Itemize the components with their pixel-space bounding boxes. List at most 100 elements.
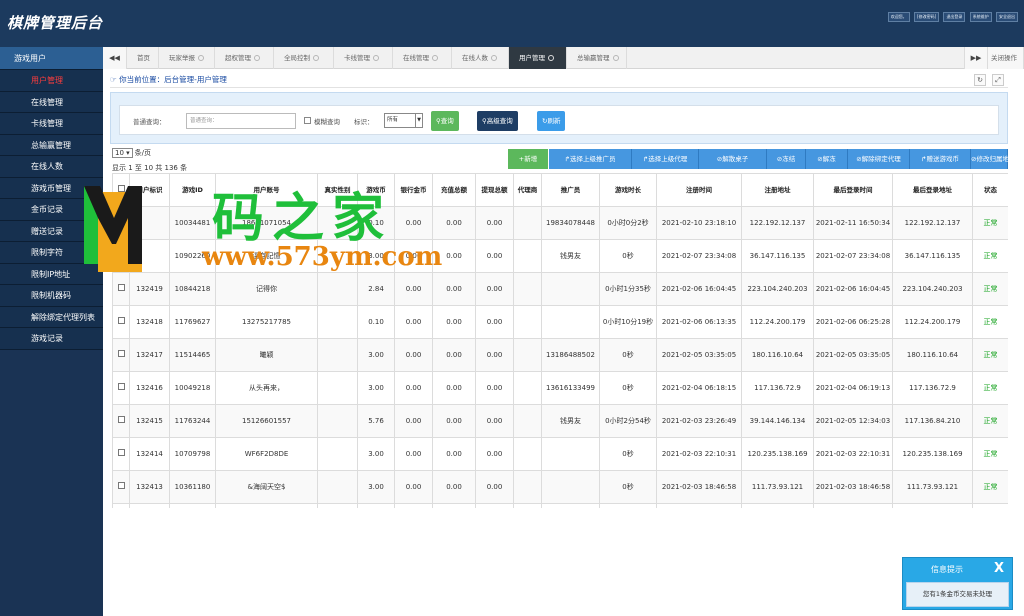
row-checkbox[interactable] [117,218,125,225]
table-cell [317,437,358,471]
tab-scroll-right-icon[interactable]: ▶▶ [964,47,988,69]
column-header[interactable]: 注册地址 [741,173,814,207]
toolbar-button[interactable]: ↱选择上级推广员 [549,149,632,169]
cell-value: 0小时10分19秒 [602,318,654,326]
row-checkbox[interactable] [117,317,125,324]
tab[interactable]: 总输赢管理 [567,47,627,69]
row-checkbox[interactable] [117,449,125,456]
toolbar-button[interactable]: ⊘修改归属地 [971,149,1009,169]
sidebar-item[interactable]: 游戏币管理 [0,177,103,199]
logout-link[interactable]: 退出登录 [943,12,966,22]
tab-close-icon[interactable] [491,55,497,61]
sidebar-item[interactable]: 限制字符 [0,242,103,264]
column-header[interactable]: 提现总额 [475,173,514,207]
row-checkbox[interactable] [117,350,125,357]
column-header[interactable]: 最后登录时间 [813,173,893,207]
column-header[interactable]: 用户标识 [129,173,170,207]
column-header[interactable]: 游戏时长 [599,173,657,207]
tab-scroll-left-icon[interactable]: ◀◀ [103,47,127,69]
table-row[interactable]: 132414 10709798 WF6F2D8DE 3.00 0.00 0.00 0.00 0… [112,437,1008,471]
tab-close-icon[interactable] [313,55,319,61]
tab[interactable]: 首页 [127,47,159,69]
sidebar-item[interactable]: 用户管理 [0,70,103,92]
column-header[interactable]: 最后登录地址 [892,173,973,207]
sidebar-item[interactable]: 总输赢管理 [0,134,103,156]
tab-close-icon[interactable] [254,55,260,61]
close-tabs-button[interactable]: 关闭操作 [988,47,1024,69]
tab[interactable]: 玩家举报 [159,47,215,69]
sidebar-item[interactable]: 游戏记录 [0,328,103,350]
tab-close-icon[interactable] [612,55,619,61]
close-icon[interactable]: X [994,561,1004,576]
toolbar-button[interactable]: ⊘解散桌子 [699,149,767,169]
tab-close-icon[interactable] [548,55,554,61]
row-checkbox[interactable] [117,482,125,489]
table-row[interactable]: 10034481 18681071054 0.10 0.00 0.00 0.00 19834… [112,206,1008,240]
sidebar-item[interactable]: 限制机器码 [0,285,103,307]
table-cell: 0.00 [432,437,476,471]
tab[interactable]: 超权管理 [215,47,274,69]
row-checkbox[interactable] [117,284,125,291]
column-header[interactable]: 注册时间 [656,173,742,207]
column-header[interactable]: 推广员 [541,173,600,207]
search-input[interactable]: 普通查询： [186,113,296,129]
refresh-icon[interactable]: ↻ [974,74,986,86]
tab[interactable]: 卡线管理 [334,47,393,69]
row-checkbox[interactable] [117,416,125,423]
row-checkbox[interactable] [117,251,125,258]
sidebar-item[interactable]: 解除绑定代理列表 [0,306,103,328]
flag-select[interactable]: 所有 ▼ [384,113,423,128]
toolbar-button[interactable]: ⊘解冻 [806,149,848,169]
safe-exit-link[interactable]: 安全退出 [996,12,1018,22]
table-row[interactable]: 132417 11514465 曦颖 3.00 0.00 0.00 0.00 13186488… [112,338,1008,372]
column-header[interactable]: 游戏ID [169,173,216,207]
sidebar-item[interactable]: 金币记录 [0,199,103,221]
advanced-query-button[interactable]: ⚲高级查询 [477,111,518,131]
sidebar-item[interactable]: 赠送记录 [0,220,103,242]
fuzzy-checkbox[interactable] [304,117,311,124]
table-row[interactable]: 132413 10361180 &海阔天空$ 3.00 0.00 0.00 0.00 0秒 20… [112,470,1008,504]
tab-close-icon[interactable] [198,55,204,61]
sidebar-section-title[interactable]: 游戏用户 [0,47,103,70]
expand-icon[interactable]: ⤢ [992,74,1004,86]
toolbar-button[interactable]: ⊘冻结 [767,149,806,169]
table-row[interactable]: 132415 11763244 15126601557 5.76 0.00 0.00 0.0… [112,404,1008,438]
table-row[interactable]: 132418 11769627 13275217785 0.10 0.00 0.00 0.0… [112,305,1008,339]
tab[interactable]: 用户管理 [509,47,567,69]
select-all-checkbox[interactable] [117,185,125,192]
page-size-select[interactable]: 10 ▾ [112,148,133,158]
row-checkbox[interactable] [117,383,125,390]
toolbar-button[interactable]: ⊘解除绑定代理 [848,149,910,169]
table-row[interactable]: 132416 10049218 从头再来， 3.00 0.00 0.00 0.00 13616… [112,371,1008,405]
sidebar-item[interactable]: 限制IP地址 [0,263,103,285]
column-header[interactable]: 用户账号 [215,173,318,207]
change-password-link[interactable]: [修改密码] [914,12,940,22]
tab[interactable]: 在线管理 [393,47,452,69]
notification-message[interactable]: 您有1条金币交易未处理 [906,582,1009,607]
table-row[interactable]: 10902260 溫存記憶 3.00 0.00 0.00 0.00 钱男友 0秒 2021-02… [112,239,1008,273]
tab[interactable]: 在线人数 [452,47,509,69]
column-header[interactable] [112,173,130,207]
toolbar-button[interactable]: ↱赠送游戏币 [910,149,971,169]
column-header[interactable]: 真实性别 [317,173,358,207]
toolbar-button[interactable]: +新增 [508,149,549,169]
toolbar-button[interactable]: ↱选择上级代理 [632,149,699,169]
tab[interactable]: 全局控制 [274,47,334,69]
refresh-button[interactable]: ↻刷新 [537,111,566,131]
table-row[interactable]: 132419 10844218 记得你 2.84 0.00 0.00 0.00 0小时1分35… [112,272,1008,306]
sidebar-item[interactable]: 卡线管理 [0,113,103,135]
table-row[interactable]: 13241211756809A万博棋牌开发 app游戏开发4,156.350.0… [112,503,1008,508]
tab-close-icon[interactable] [373,55,379,61]
query-button[interactable]: ⚲查询 [431,111,459,131]
sidebar-item[interactable]: 在线管理 [0,91,103,113]
table-cell: 0.00 [475,239,514,273]
sidebar-item[interactable]: 在线人数 [0,156,103,178]
column-header[interactable]: 代理商 [513,173,542,207]
column-header[interactable]: 状态 [972,173,1008,207]
column-header[interactable]: 银行金币 [394,173,433,207]
column-header[interactable]: 充值总额 [432,173,476,207]
cell-value: 223.104.240.203 [902,285,963,293]
tab-close-icon[interactable] [432,55,438,61]
maintenance-link[interactable]: 系统维护 [969,12,992,22]
column-header[interactable]: 游戏币 [357,173,395,207]
